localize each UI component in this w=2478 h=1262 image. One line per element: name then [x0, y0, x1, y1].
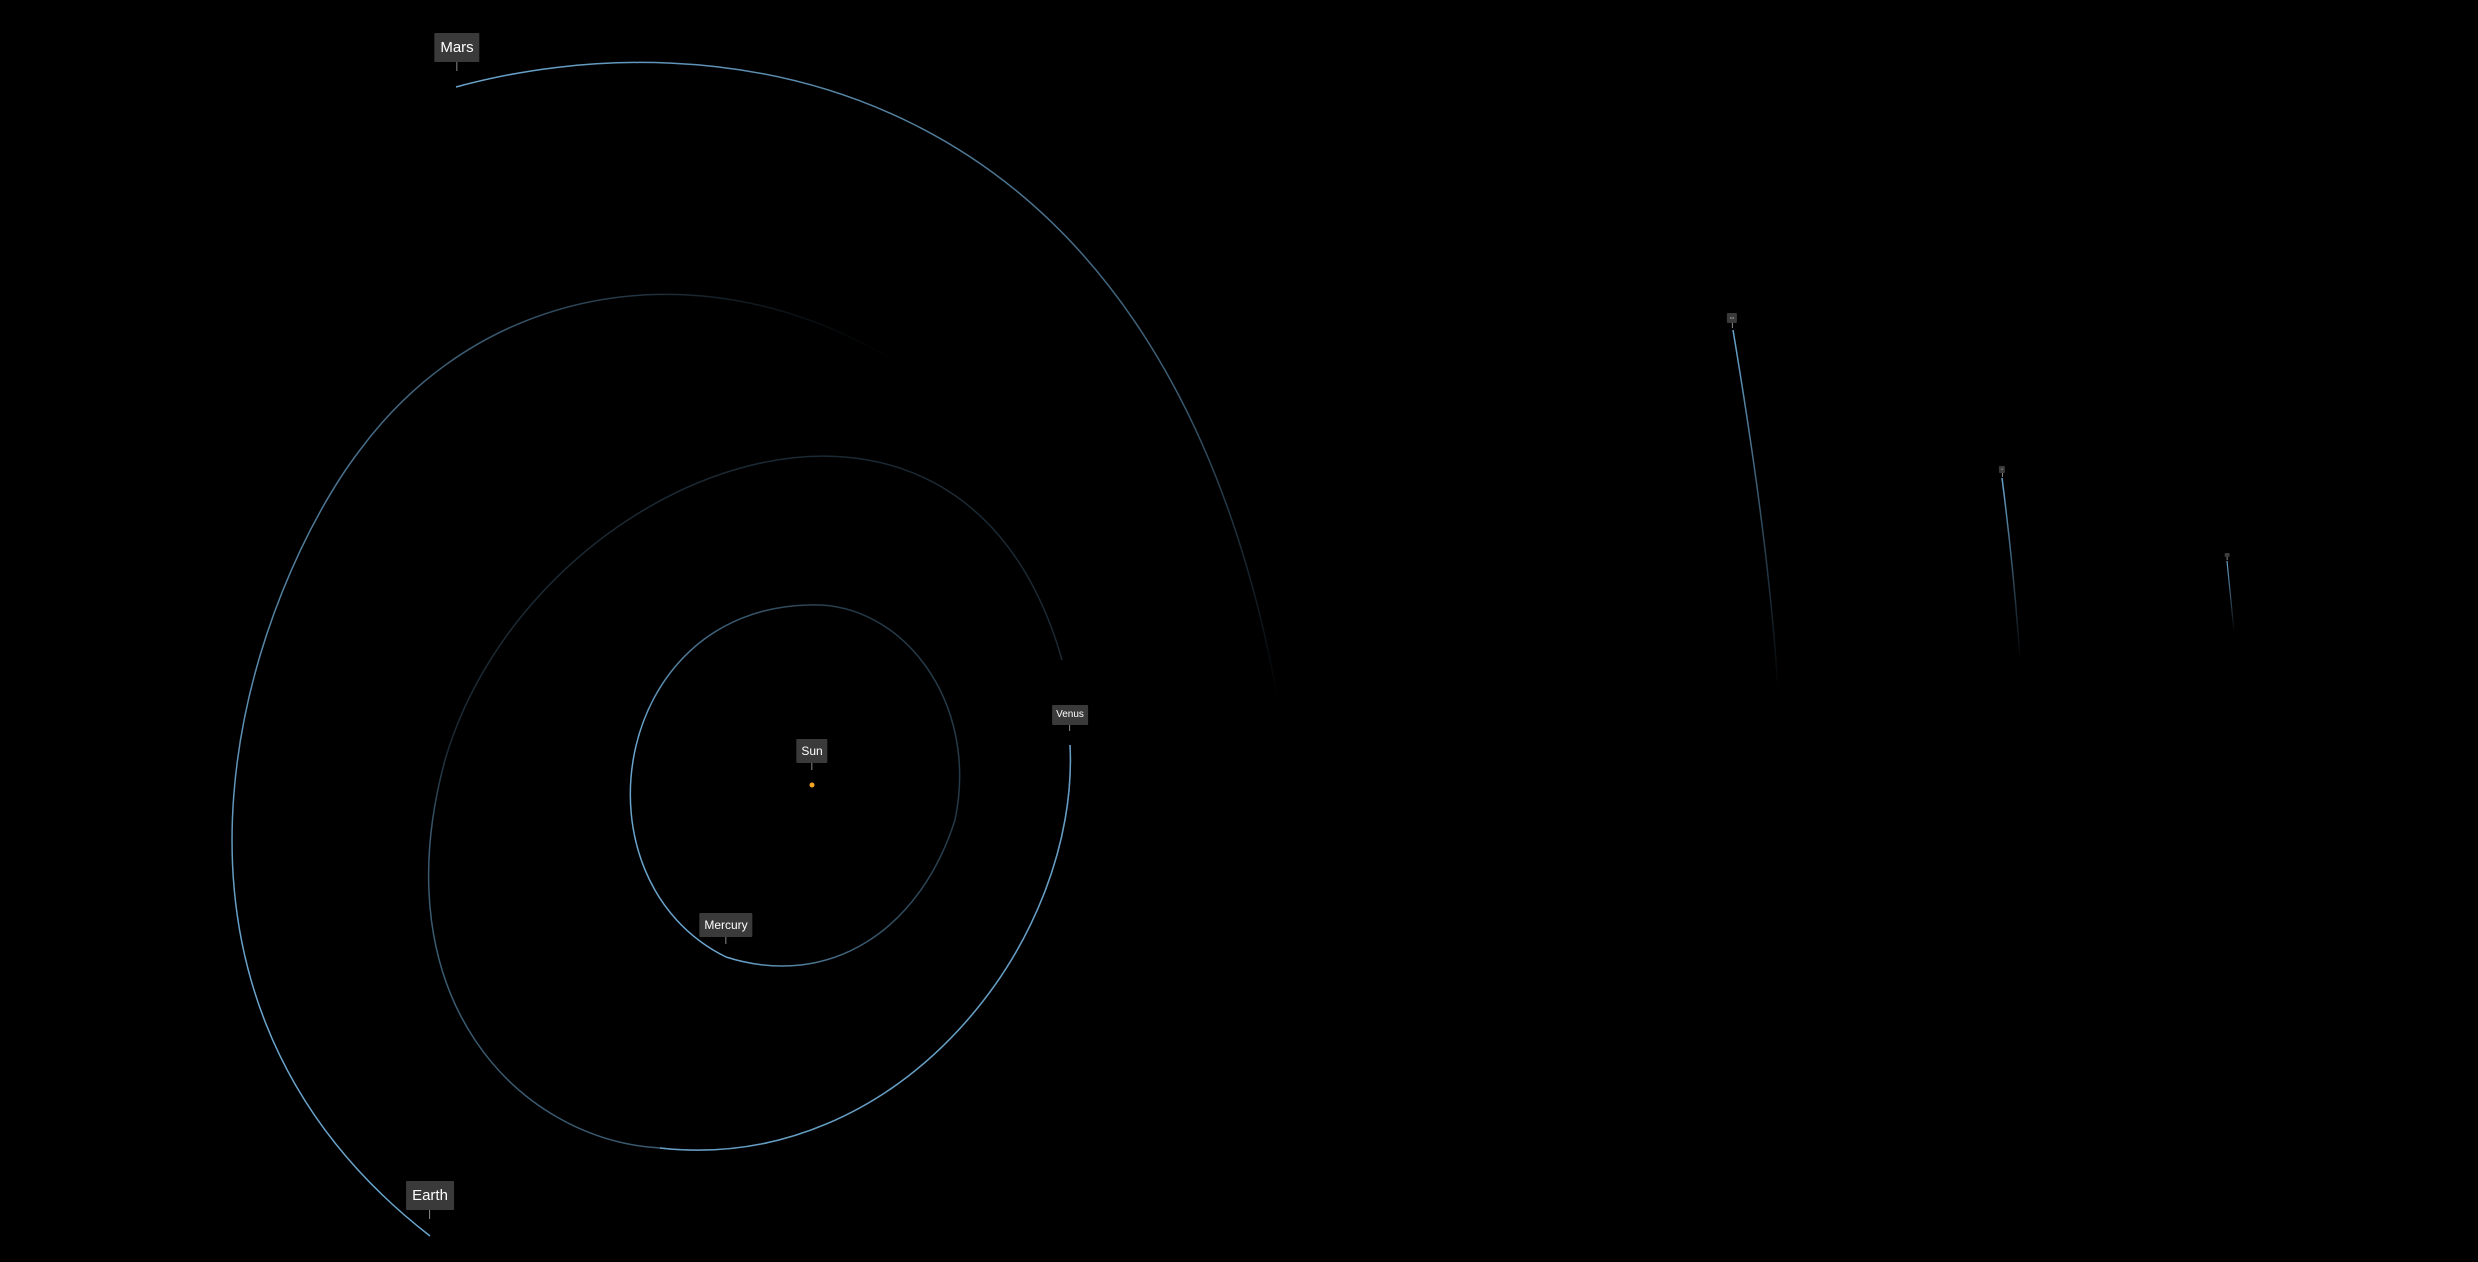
label-mars[interactable]: Mars: [434, 33, 480, 71]
solar-system-viewport[interactable]: Mars Earth Mercury Sun Venus ••• •• •: [0, 0, 2478, 1262]
label-mercury[interactable]: Mercury: [699, 913, 753, 944]
label-venus-text: Venus: [1052, 705, 1088, 725]
orbit-venus: [427, 455, 1072, 1151]
label-far-body-2[interactable]: ••: [1998, 466, 2006, 477]
label-earth[interactable]: Earth: [406, 1181, 454, 1219]
label-sun-stem: [811, 763, 813, 770]
orbit-far-1: [1732, 329, 1779, 691]
label-mercury-stem: [725, 937, 727, 944]
label-venus-stem: [1069, 725, 1071, 731]
label-sun-text: Sun: [796, 739, 828, 763]
label-earth-stem: [429, 1210, 431, 1219]
label-far-body-3[interactable]: •: [2224, 553, 2230, 560]
label-earth-text: Earth: [406, 1181, 454, 1210]
label-mercury-text: Mercury: [699, 913, 753, 937]
label-mars-stem: [456, 62, 458, 71]
label-far-body-1[interactable]: •••: [1726, 313, 1738, 328]
orbit-canvas: [231, 61, 2235, 1237]
label-far-body-3-stem: [2226, 557, 2228, 560]
label-venus[interactable]: Venus: [1052, 705, 1088, 731]
label-sun[interactable]: Sun: [796, 739, 828, 770]
orbit-far-3: [2226, 560, 2235, 633]
label-mars-text: Mars: [434, 33, 480, 62]
label-far-body-2-text: ••: [1998, 466, 2006, 473]
label-far-body-2-stem: [2001, 473, 2003, 477]
orbit-mars: [455, 61, 1279, 701]
orbit-venus-head: [659, 744, 1072, 1151]
label-far-body-1-text: •••: [1726, 313, 1738, 323]
orbit-earth: [231, 293, 1149, 1237]
label-far-body-1-stem: [1731, 323, 1733, 328]
orbit-mercury: [629, 604, 961, 967]
orbit-far-2: [2001, 477, 2021, 661]
sun-marker[interactable]: [809, 782, 815, 788]
